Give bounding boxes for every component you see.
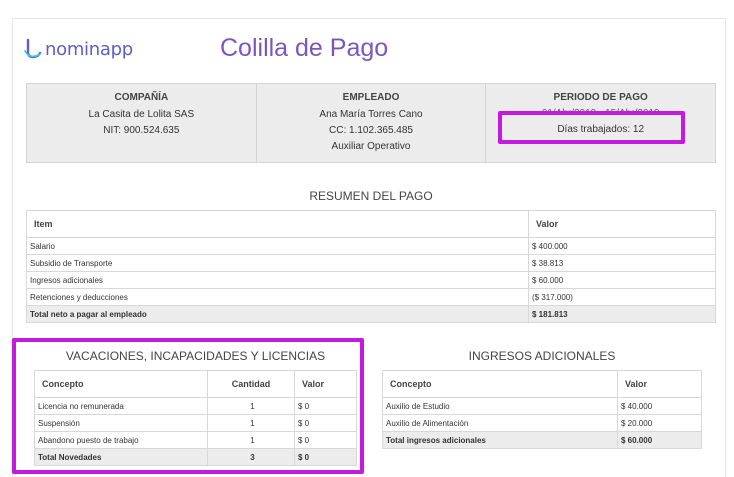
table-cell: Ingresos adicionales <box>26 271 529 289</box>
table-cell: $ 181.813 <box>528 305 716 323</box>
table-row: Abandono puesto de trabajo 1 $ 0 <box>34 431 357 449</box>
summary-title: RESUMEN DEL PAGO <box>309 189 433 203</box>
table-header-row: Concepto Valor <box>382 370 702 398</box>
table-header-row: Concepto Cantidad Valor <box>34 370 357 398</box>
logo-text: nominapp <box>45 38 133 60</box>
column-header: Concepto <box>382 370 618 398</box>
table-cell: Auxilio de Alimentación <box>382 414 618 432</box>
table-row: Ingresos adicionales $ 60.000 <box>26 271 716 289</box>
table-cell: $ 60.000 <box>617 431 702 449</box>
table-cell: ($ 317.000) <box>528 288 716 306</box>
employee-name: Ana María Torres Cano <box>319 109 423 120</box>
table-cell: $ 400.000 <box>528 237 716 255</box>
table-cell: Salario <box>26 237 529 255</box>
summary-table: Item Valor Salario $ 400.000 Subsidio de… <box>26 210 716 323</box>
table-cell: $ 40.000 <box>617 397 702 415</box>
table-cell: Retenciones y deducciones <box>26 288 529 306</box>
income-title: INGRESOS ADICIONALES <box>468 349 616 363</box>
employee-cc: CC: 1.102.365.485 <box>329 125 413 136</box>
table-cell: Total ingresos adicionales <box>382 431 618 449</box>
table-header-row: Item Valor <box>26 210 716 238</box>
period-heading: PERIODO DE PAGO <box>553 92 648 103</box>
table-row: Salario $ 400.000 <box>26 237 716 255</box>
table-row: Auxilio de Alimentación $ 20.000 <box>382 414 702 432</box>
company-name: La Casita de Lolita SAS <box>88 109 195 120</box>
table-cell: 1 <box>207 414 295 432</box>
table-cell: $ 20.000 <box>617 414 702 432</box>
company-nit: NIT: 900.524.635 <box>103 125 180 136</box>
table-cell: Abandono puesto de trabajo <box>34 431 208 449</box>
table-cell: 1 <box>207 431 295 449</box>
column-header: Cantidad <box>207 370 295 398</box>
logo: nominapp <box>24 36 133 62</box>
employee-role: Auxiliar Operativo <box>331 141 411 152</box>
table-cell: Total neto a pagar al empleado <box>26 305 529 323</box>
table-cell: $ 0 <box>294 414 357 432</box>
table-row: Auxilio de Estudio $ 40.000 <box>382 397 702 415</box>
company-info: COMPAÑÍA La Casita de Lolita SAS NIT: 90… <box>27 84 256 162</box>
table-cell: $ 0 <box>294 448 357 466</box>
table-row: Suspensión 1 $ 0 <box>34 414 357 432</box>
table-row: Retenciones y deducciones ($ 317.000) <box>26 288 716 306</box>
table-cell: $ 0 <box>294 397 357 415</box>
table-row: Licencia no remunerada 1 $ 0 <box>34 397 357 415</box>
employee-heading: EMPLEADO <box>342 92 400 103</box>
income-table: Concepto Valor Auxilio de Estudio $ 40.0… <box>382 370 702 449</box>
table-cell: $ 60.000 <box>528 271 716 289</box>
table-total-row: Total Novedades 3 $ 0 <box>34 448 357 466</box>
table-total-row: Total ingresos adicionales $ 60.000 <box>382 431 702 449</box>
table-cell: Subsidio de Transporte <box>26 254 529 272</box>
logo-mark-icon <box>24 38 42 59</box>
table-cell: 1 <box>207 397 295 415</box>
days-worked-highlight <box>498 111 685 144</box>
table-cell: Licencia no remunerada <box>34 397 208 415</box>
column-header: Valor <box>294 370 357 398</box>
document-title: Colilla de Pago <box>220 34 389 62</box>
table-row: Subsidio de Transporte $ 38.813 <box>26 254 716 272</box>
table-cell: 3 <box>207 448 295 466</box>
table-cell: Auxilio de Estudio <box>382 397 618 415</box>
column-header: Valor <box>528 210 716 238</box>
column-header: Valor <box>617 370 702 398</box>
table-total-row: Total neto a pagar al empleado $ 181.813 <box>26 305 716 323</box>
employee-info: EMPLEADO Ana María Torres Cano CC: 1.102… <box>255 84 486 162</box>
table-cell: Suspensión <box>34 414 208 432</box>
column-header: Concepto <box>34 370 208 398</box>
novelties-title: VACACIONES, INCAPACIDADES Y LICENCIAS <box>65 349 326 363</box>
novelties-table: Concepto Cantidad Valor Licencia no remu… <box>34 370 357 466</box>
column-header: Item <box>26 210 529 238</box>
table-cell: $ 38.813 <box>528 254 716 272</box>
table-cell: $ 0 <box>294 431 357 449</box>
table-cell: Total Novedades <box>34 448 208 466</box>
company-heading: COMPAÑÍA <box>114 92 169 103</box>
